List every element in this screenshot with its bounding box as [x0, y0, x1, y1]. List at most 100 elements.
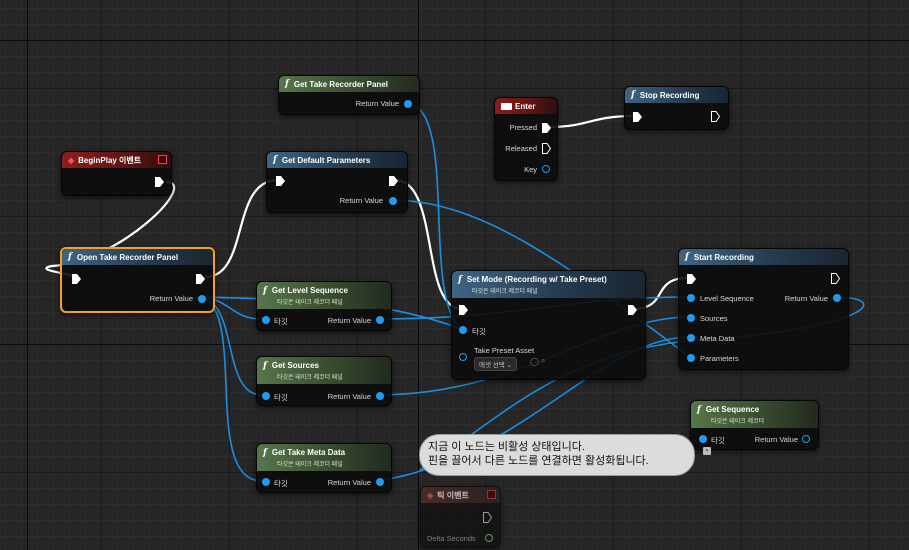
parameters-pin[interactable]: [687, 354, 695, 362]
return-value-pin[interactable]: [389, 197, 397, 205]
return-value-label: Return Value: [754, 435, 798, 444]
tooltip-line: 지금 이 노드는 비활성 상태입니다.: [428, 441, 585, 453]
get-take-recorder-panel-node[interactable]: f Get Take Recorder Panel Return Value: [278, 75, 420, 115]
node-header: f Stop Recording: [625, 87, 728, 103]
delegate-pin[interactable]: [487, 490, 496, 499]
node-subtitle: 타깃은 테이크 레코더 패널: [472, 288, 538, 295]
get-sequence-node[interactable]: f Get Sequence 타깃은 테이크 레코더 타깃 Return Valu…: [690, 400, 819, 455]
node-header: f Start Recording: [679, 249, 848, 265]
node-title: BeginPlay 이벤트: [78, 155, 142, 165]
exec-out-pin[interactable]: [711, 111, 720, 122]
exec-out-pin[interactable]: [628, 305, 637, 315]
asset-picker-dropdown[interactable]: 에셋 선택 ⌄: [474, 357, 517, 371]
return-value-pin[interactable]: [802, 435, 810, 443]
use-selected-icon[interactable]: ◯: [530, 357, 539, 366]
return-value-pin[interactable]: [376, 478, 384, 486]
node-header: ◆ BeginPlay 이벤트: [62, 152, 171, 168]
delegate-pin[interactable]: [158, 155, 167, 164]
function-icon: f: [273, 155, 277, 165]
pressed-exec-pin[interactable]: [542, 123, 551, 133]
node-header: f Get Level Sequence 타깃은 테이크 레코더 패널: [257, 282, 391, 309]
level-sequence-label: Level Sequence: [700, 294, 754, 303]
exec-in-pin[interactable]: [459, 305, 468, 315]
exec-out-pin[interactable]: [831, 273, 840, 284]
function-icon: f: [285, 79, 289, 89]
beginplay-node[interactable]: ◆ BeginPlay 이벤트: [61, 151, 172, 196]
exec-in-pin[interactable]: [276, 176, 285, 186]
function-icon: f: [263, 360, 267, 371]
pressed-label: Pressed: [509, 123, 537, 132]
exec-in-pin[interactable]: [633, 112, 642, 122]
target-pin[interactable]: [262, 478, 270, 486]
target-label: 타깃: [274, 317, 288, 326]
exec-in-pin[interactable]: [72, 274, 81, 284]
target-pin[interactable]: [262, 316, 270, 324]
search-icon[interactable]: ⌕: [541, 356, 545, 366]
target-pin[interactable]: [459, 326, 467, 334]
start-recording-node[interactable]: f Start Recording Level Sequence Return V…: [678, 248, 849, 370]
preset-label: Take Preset Asset: [474, 346, 535, 355]
node-title: Get Level Sequence: [271, 286, 348, 295]
enter-key-node[interactable]: Enter Pressed Released Key: [494, 97, 558, 181]
key-pin[interactable]: [542, 165, 550, 173]
exec-out-pin[interactable]: [196, 274, 205, 284]
node-subtitle: 타깃은 테이크 레코더 패널: [277, 374, 343, 381]
target-pin[interactable]: [699, 435, 707, 443]
get-take-meta-data-node[interactable]: f Get Take Meta Data 타깃은 테이크 레코더 패널 타깃 Re…: [256, 443, 392, 493]
exec-out-pin[interactable]: [483, 512, 492, 523]
exec-in-pin[interactable]: [687, 274, 696, 284]
node-header: f Get Take Recorder Panel: [279, 76, 419, 92]
target-pin[interactable]: [262, 392, 270, 400]
return-value-pin[interactable]: [376, 392, 384, 400]
get-default-parameters-node[interactable]: f Get Default Parameters Return Value: [266, 151, 408, 213]
target-label: 타깃: [274, 479, 288, 488]
node-header: f Open Take Recorder Panel: [62, 249, 213, 265]
node-subtitle: 타깃은 테이크 레코더 패널: [277, 299, 343, 306]
node-header: f Get Take Meta Data 타깃은 테이크 레코더 패널: [257, 444, 391, 471]
return-value-pin[interactable]: [404, 100, 412, 108]
node-subtitle: 타깃은 테이크 레코더: [711, 418, 765, 425]
get-level-sequence-node[interactable]: f Get Level Sequence 타깃은 테이크 레코더 패널 타깃 Re…: [256, 281, 392, 331]
set-mode-node[interactable]: f Set Mode (Recording w/ Take Preset) 타깃은…: [451, 270, 646, 380]
exec-out-pin[interactable]: [155, 177, 164, 187]
level-sequence-pin[interactable]: [687, 294, 695, 302]
meta-data-pin[interactable]: [687, 334, 695, 342]
node-header: f Get Default Parameters: [267, 152, 407, 168]
tick-event-node[interactable]: ◆ 틱 이벤트 Delta Seconds: [420, 486, 501, 548]
cursor-icon: ▪: [703, 447, 711, 455]
node-title: Stop Recording: [639, 90, 700, 100]
open-take-recorder-panel-node[interactable]: f Open Take Recorder Panel Return Value: [60, 247, 215, 313]
exec-out-pin[interactable]: [389, 176, 398, 186]
node-title: Enter: [515, 101, 536, 111]
return-value-label: Return Value: [355, 99, 399, 108]
return-value-pin[interactable]: [198, 295, 206, 303]
return-value-label: Return Value: [149, 294, 193, 303]
key-label: Key: [524, 165, 537, 174]
get-sources-node[interactable]: f Get Sources 타깃은 테이크 레코더 패널 타깃 Return Va…: [256, 356, 392, 406]
blueprint-graph-canvas[interactable]: ◆ BeginPlay 이벤트 f Open Take Recorder Pane…: [0, 0, 909, 550]
node-header: Enter: [495, 98, 557, 114]
function-icon: f: [685, 252, 689, 262]
preset-pin[interactable]: [459, 353, 467, 361]
node-header: f Get Sources 타깃은 테이크 레코더 패널: [257, 357, 391, 384]
target-label: 타깃: [274, 393, 288, 402]
target-label: 타깃: [472, 327, 486, 336]
stop-recording-node[interactable]: f Stop Recording: [624, 86, 729, 130]
keyboard-icon: [501, 102, 512, 110]
function-icon: f: [697, 404, 701, 415]
inactive-node-tooltip: 지금 이 노드는 비활성 상태입니다. 핀을 끌어서 다른 노드를 연결하면 활…: [419, 434, 695, 476]
return-value-label: Return Value: [784, 294, 828, 303]
node-header: f Get Sequence 타깃은 테이크 레코더: [691, 401, 818, 428]
return-value-pin[interactable]: [833, 294, 841, 302]
sources-pin[interactable]: [687, 314, 695, 322]
node-title: Start Recording: [693, 252, 754, 262]
return-value-label: Return Value: [327, 316, 371, 325]
released-exec-pin[interactable]: [542, 143, 551, 154]
exec-wire: [547, 114, 635, 129]
return-value-label: Return Value: [339, 196, 383, 205]
delta-seconds-pin[interactable]: [485, 534, 493, 542]
node-title: Get Take Meta Data: [271, 448, 346, 457]
return-value-label: Return Value: [327, 478, 371, 487]
meta-data-label: Meta Data: [700, 334, 735, 343]
return-value-pin[interactable]: [376, 316, 384, 324]
